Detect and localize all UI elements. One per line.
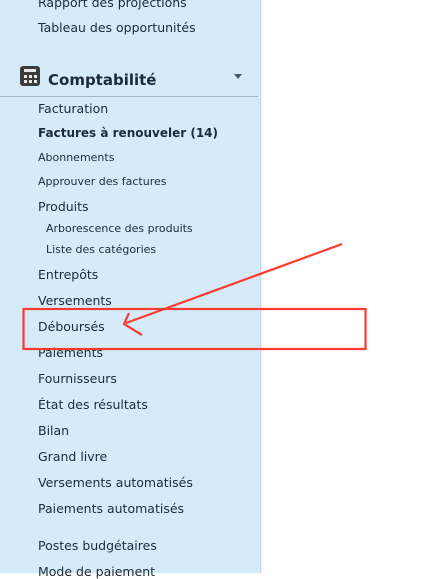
sidebar-item-rapport-projections[interactable]: Rapport des projections	[38, 0, 187, 10]
sidebar-item-debourses[interactable]: Déboursés	[38, 319, 105, 334]
sidebar-item-fournisseurs[interactable]: Fournisseurs	[38, 371, 117, 386]
sidebar-item-grand-livre[interactable]: Grand livre	[38, 449, 107, 464]
caret-down-icon[interactable]	[234, 74, 242, 79]
sidebar-item-paiements-automatises[interactable]: Paiements automatisés	[38, 501, 184, 516]
sidebar-item-produits[interactable]: Produits	[38, 199, 89, 214]
section-header-comptabilite[interactable]: Comptabilité	[0, 60, 258, 97]
sidebar-item-liste-categories[interactable]: Liste des catégories	[46, 243, 156, 256]
sidebar-item-mode-paiement[interactable]: Mode de paiement	[38, 564, 155, 579]
calculator-icon	[20, 66, 40, 86]
sidebar-item-bilan[interactable]: Bilan	[38, 423, 69, 438]
sidebar-item-tableau-opportunites[interactable]: Tableau des opportunités	[38, 20, 196, 35]
sidebar: Rapport des projections Tableau des oppo…	[0, 0, 261, 579]
sidebar-item-factures-a-renouveler[interactable]: Factures à renouveler (14)	[38, 126, 218, 140]
sidebar-item-facturation[interactable]: Facturation	[38, 101, 108, 116]
sidebar-item-arborescence-produits[interactable]: Arborescence des produits	[46, 222, 193, 235]
sidebar-item-etat-resultats[interactable]: État des résultats	[38, 397, 148, 412]
sidebar-item-abonnements[interactable]: Abonnements	[38, 151, 114, 164]
sidebar-item-paiements[interactable]: Paiements	[38, 345, 103, 360]
sidebar-item-versements-automatises[interactable]: Versements automatisés	[38, 475, 193, 490]
sidebar-item-postes-budgetaires[interactable]: Postes budgétaires	[38, 538, 157, 553]
sidebar-item-entrepots[interactable]: Entrepôts	[38, 267, 98, 282]
sidebar-item-approuver-factures[interactable]: Approuver des factures	[38, 175, 166, 188]
sidebar-item-versements[interactable]: Versements	[38, 293, 112, 308]
section-title: Comptabilité	[48, 71, 157, 89]
